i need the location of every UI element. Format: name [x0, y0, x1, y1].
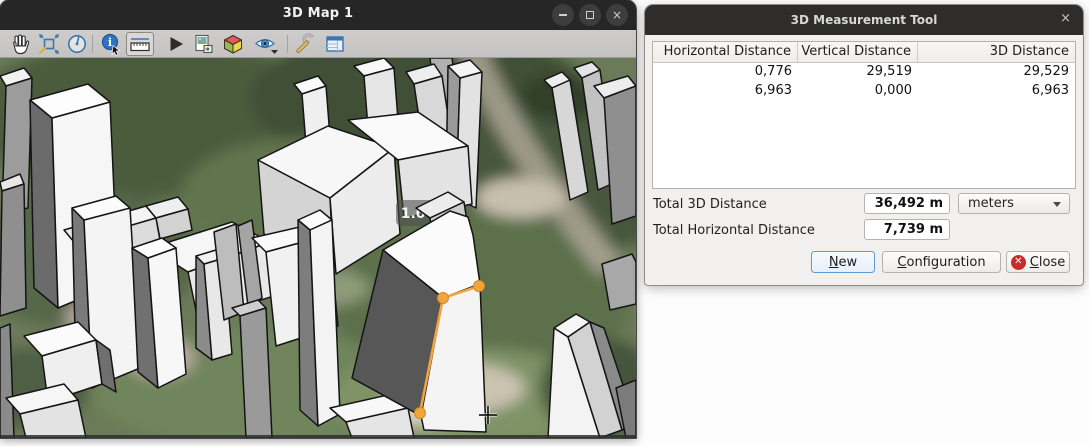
total-3d-distance-value: 36,492 m: [864, 193, 950, 214]
dialog-close-button[interactable]: ×: [1060, 12, 1071, 25]
chevron-down-icon: [1053, 202, 1061, 207]
table-row[interactable]: 6,963 0,000 6,963: [653, 82, 1075, 101]
total-horizontal-distance-label: Total Horizontal Distance: [653, 223, 815, 238]
table-row[interactable]: 0,776 29,519 29,529: [653, 63, 1075, 82]
camera-zoom-icon[interactable]: [36, 32, 62, 56]
building: [0, 174, 26, 316]
unit-select[interactable]: meters: [958, 193, 1070, 214]
close-red-icon: ✕: [1011, 255, 1026, 270]
configuration-button[interactable]: Configuration: [882, 251, 1001, 273]
maximize-icon: [586, 11, 594, 19]
camera-views-icon[interactable]: [252, 32, 282, 56]
configure-icon[interactable]: [292, 32, 318, 56]
play-animation-icon[interactable]: [162, 32, 188, 56]
toolbar-separator: [287, 35, 288, 53]
minimize-icon: [559, 14, 567, 16]
measurement-vertex[interactable]: [415, 408, 426, 419]
cell-3d: 29,529: [918, 63, 1075, 82]
close-dialog-button[interactable]: ✕ Close: [1006, 251, 1070, 273]
export-scene-icon[interactable]: [190, 32, 216, 56]
camera-pan-icon[interactable]: [8, 32, 34, 56]
total-3d-distance-label: Total 3D Distance: [653, 197, 767, 212]
dialog-titlebar[interactable]: 3D Measurement Tool ×: [645, 5, 1083, 35]
map-view: 1.00: [0, 58, 636, 438]
column-horizontal-distance[interactable]: Horizontal Distance: [653, 42, 798, 62]
table-header: Horizontal Distance Vertical Distance 3D…: [653, 42, 1075, 63]
dialog-title: 3D Measurement Tool: [645, 13, 1083, 27]
map-toolbar: i: [0, 30, 636, 58]
measurement-vertex[interactable]: [474, 281, 485, 292]
column-vertical-distance[interactable]: Vertical Distance: [798, 42, 918, 62]
window-controls: ×: [552, 4, 628, 26]
unit-select-value: meters: [968, 196, 1014, 211]
cell-3d: 6,963: [918, 82, 1075, 101]
map-titlebar[interactable]: 3D Map 1 ×: [0, 0, 636, 30]
column-3d-distance[interactable]: 3D Distance: [918, 42, 1075, 62]
map-window-title: 3D Map 1: [0, 6, 636, 21]
screenshot-root: 3D Map 1 ×: [0, 0, 1089, 446]
close-button[interactable]: ×: [606, 4, 628, 26]
maximize-button[interactable]: [579, 4, 601, 26]
window-bottom-edge: [0, 435, 636, 438]
minimize-button[interactable]: [552, 4, 574, 26]
cell-vertical: 29,519: [798, 63, 918, 82]
measure-line-icon[interactable]: [126, 32, 154, 56]
map-window: 3D Map 1 ×: [0, 0, 636, 438]
measurement-dialog: 3D Measurement Tool × Horizontal Distanc…: [645, 5, 1083, 285]
dock-options-icon[interactable]: [322, 32, 348, 56]
toolbar-separator: [92, 35, 93, 53]
cell-horizontal: 6,963: [653, 82, 798, 101]
3d-scene[interactable]: 1.00: [0, 58, 636, 438]
total-horizontal-distance-value: 7,739 m: [864, 219, 950, 240]
cell-horizontal: 0,776: [653, 63, 798, 82]
new-button[interactable]: New: [811, 251, 875, 273]
3d-axes-icon[interactable]: [220, 32, 246, 56]
camera-rotate-icon[interactable]: [64, 32, 90, 56]
close-icon: ×: [612, 9, 622, 21]
measurement-vertex[interactable]: [438, 293, 449, 304]
identify-icon[interactable]: i: [98, 32, 124, 56]
svg-text:i: i: [107, 36, 111, 49]
measurements-table: Horizontal Distance Vertical Distance 3D…: [652, 41, 1076, 189]
cell-vertical: 0,000: [798, 82, 918, 101]
